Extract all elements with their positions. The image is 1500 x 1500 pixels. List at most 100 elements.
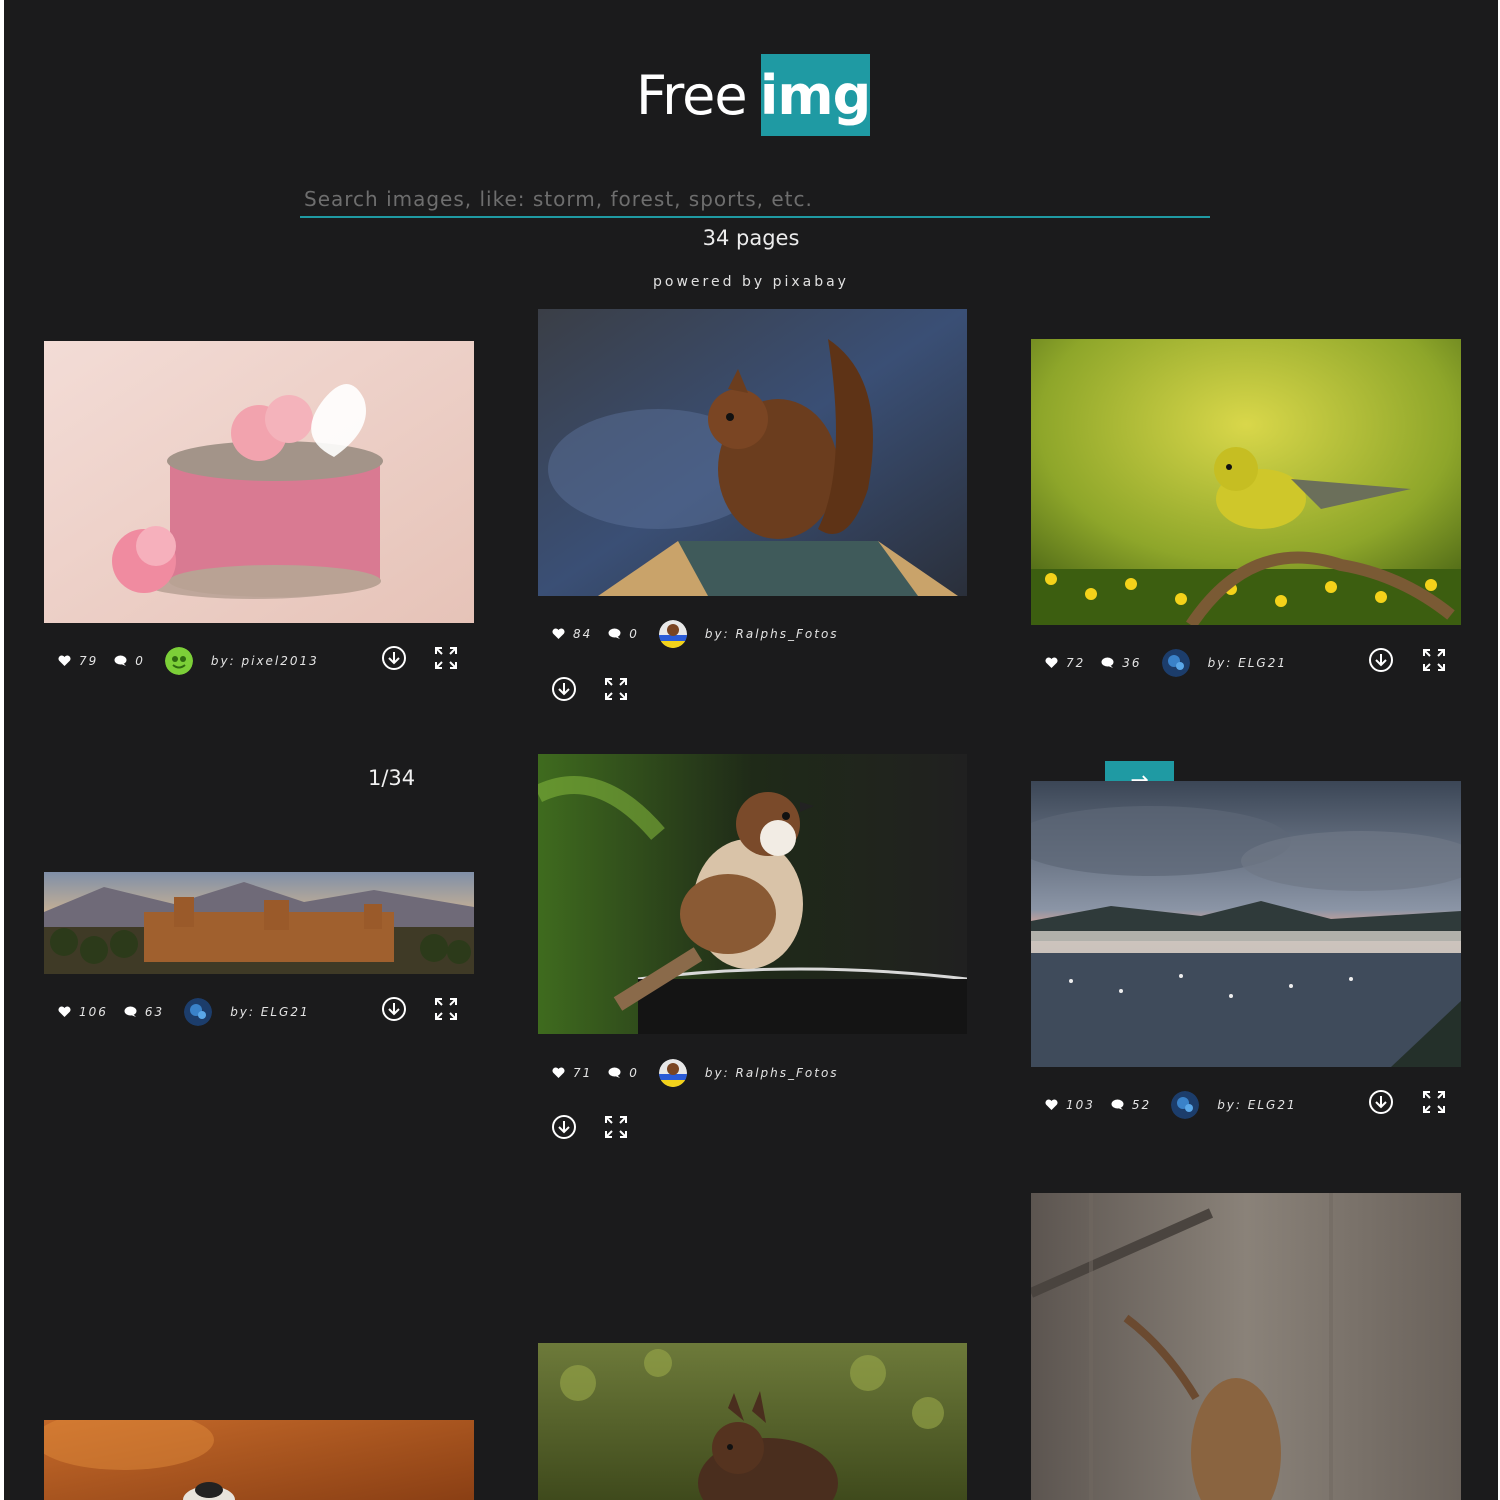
page: Free img 34 pages powered by pixabay 79 bbox=[4, 0, 1498, 1500]
avatar[interactable] bbox=[1161, 649, 1190, 677]
expand-arrows-icon bbox=[435, 647, 457, 669]
download-circle-icon bbox=[552, 677, 576, 701]
avatar[interactable] bbox=[658, 620, 687, 648]
like-count: 103 bbox=[1066, 1098, 1095, 1112]
heart-icon bbox=[1045, 657, 1058, 668]
photo-thumbnail[interactable] bbox=[538, 309, 967, 596]
download-circle-icon bbox=[1369, 648, 1393, 672]
photo-meta: 106 63 by: ELG21 bbox=[58, 996, 310, 1028]
avatar[interactable] bbox=[164, 647, 193, 675]
photo-thumbnail[interactable] bbox=[44, 872, 474, 974]
photo-alhambra bbox=[44, 872, 474, 974]
download-button[interactable] bbox=[550, 1113, 578, 1141]
comment-count: 52 bbox=[1131, 1098, 1152, 1112]
heart-icon bbox=[552, 1067, 565, 1078]
download-circle-icon bbox=[382, 997, 406, 1021]
speech-bubble-icon bbox=[114, 655, 127, 666]
author-name[interactable]: by: Ralphs_Fotos bbox=[705, 1066, 839, 1080]
author-name[interactable]: by: ELG21 bbox=[1208, 656, 1287, 670]
likes: 72 bbox=[1045, 656, 1101, 670]
expand-arrows-icon bbox=[605, 1116, 627, 1138]
heart-icon bbox=[58, 655, 71, 666]
photo-thumbnail[interactable] bbox=[538, 1343, 967, 1500]
page-indicator: 1/34 bbox=[368, 766, 416, 790]
avatar[interactable] bbox=[184, 998, 213, 1026]
photo-meta: 103 52 by: ELG21 bbox=[1045, 1089, 1297, 1121]
fullscreen-button[interactable] bbox=[432, 644, 460, 672]
download-button[interactable] bbox=[380, 995, 408, 1023]
like-count: 71 bbox=[573, 1066, 593, 1080]
page-count: 34 pages bbox=[702, 226, 800, 250]
expand-arrows-icon bbox=[605, 678, 627, 700]
search-input[interactable] bbox=[300, 182, 1210, 218]
comments: 63 bbox=[124, 1005, 180, 1019]
author-name[interactable]: by: ELG21 bbox=[230, 1005, 309, 1019]
photo-harbor bbox=[1031, 781, 1461, 1067]
like-count: 106 bbox=[79, 1005, 108, 1019]
photo-thumbnail[interactable] bbox=[44, 1420, 474, 1500]
photo-thumbnail[interactable] bbox=[538, 754, 967, 1034]
photo-gift-box bbox=[44, 341, 474, 623]
photo-seed-pod bbox=[1031, 1193, 1461, 1500]
site-logo[interactable]: Free img bbox=[636, 54, 871, 136]
fullscreen-button[interactable] bbox=[602, 675, 630, 703]
logo-badge: img bbox=[760, 54, 871, 136]
download-button[interactable] bbox=[550, 675, 578, 703]
photo-meta: 84 0 by: Ralphs_Fotos bbox=[552, 618, 839, 650]
author-name[interactable]: by: ELG21 bbox=[1217, 1098, 1296, 1112]
author-name[interactable]: by: Ralphs_Fotos bbox=[705, 627, 839, 641]
comment-count: 36 bbox=[1122, 656, 1142, 670]
download-button[interactable] bbox=[380, 644, 408, 672]
comment-count: 63 bbox=[144, 1005, 165, 1019]
photo-yellow-warbler bbox=[1031, 339, 1461, 625]
heart-icon bbox=[552, 628, 565, 639]
author-name[interactable]: by: pixel2013 bbox=[211, 654, 319, 668]
expand-arrows-icon bbox=[1423, 649, 1445, 671]
photo-small-bird bbox=[44, 1420, 474, 1500]
photo-thumbnail[interactable] bbox=[1031, 781, 1461, 1067]
photo-squirrel-grass bbox=[538, 1343, 967, 1500]
photo-sparrow bbox=[538, 754, 967, 1034]
logo-word: Free bbox=[636, 63, 748, 127]
avatar[interactable] bbox=[1171, 1091, 1200, 1119]
comments: 0 bbox=[608, 1066, 655, 1080]
photo-thumbnail[interactable] bbox=[44, 341, 474, 623]
fullscreen-button[interactable] bbox=[1420, 1088, 1448, 1116]
download-button[interactable] bbox=[1367, 646, 1395, 674]
like-count: 72 bbox=[1066, 656, 1086, 670]
photo-meta: 72 36 by: ELG21 bbox=[1045, 647, 1287, 679]
download-circle-icon bbox=[552, 1115, 576, 1139]
speech-bubble-icon bbox=[1101, 657, 1114, 668]
expand-arrows-icon bbox=[435, 998, 457, 1020]
likes: 106 bbox=[58, 1005, 124, 1019]
powered-by: powered by pixabay bbox=[653, 274, 849, 290]
speech-bubble-icon bbox=[124, 1006, 137, 1017]
expand-arrows-icon bbox=[1423, 1091, 1445, 1113]
comments: 52 bbox=[1111, 1098, 1167, 1112]
download-button[interactable] bbox=[1367, 1088, 1395, 1116]
photo-thumbnail[interactable] bbox=[1031, 1193, 1461, 1500]
likes: 84 bbox=[552, 627, 608, 641]
heart-icon bbox=[58, 1006, 71, 1017]
fullscreen-button[interactable] bbox=[602, 1113, 630, 1141]
avatar[interactable] bbox=[658, 1059, 687, 1087]
comments: 0 bbox=[608, 627, 655, 641]
comment-count: 0 bbox=[135, 654, 145, 668]
fullscreen-button[interactable] bbox=[432, 995, 460, 1023]
speech-bubble-icon bbox=[1111, 1099, 1124, 1110]
photo-thumbnail[interactable] bbox=[1031, 339, 1461, 625]
photo-squirrel-birdhouse bbox=[538, 309, 967, 596]
comments: 0 bbox=[114, 654, 161, 668]
comment-count: 0 bbox=[629, 1066, 639, 1080]
download-circle-icon bbox=[382, 646, 406, 670]
photo-meta: 79 0 by: pixel2013 bbox=[58, 645, 319, 677]
likes: 103 bbox=[1045, 1098, 1111, 1112]
heart-icon bbox=[1045, 1099, 1058, 1110]
like-count: 79 bbox=[79, 654, 99, 668]
fullscreen-button[interactable] bbox=[1420, 646, 1448, 674]
photo-meta: 71 0 by: Ralphs_Fotos bbox=[552, 1057, 839, 1089]
likes: 71 bbox=[552, 1066, 608, 1080]
comments: 36 bbox=[1101, 656, 1157, 670]
speech-bubble-icon bbox=[608, 1067, 621, 1078]
download-circle-icon bbox=[1369, 1090, 1393, 1114]
